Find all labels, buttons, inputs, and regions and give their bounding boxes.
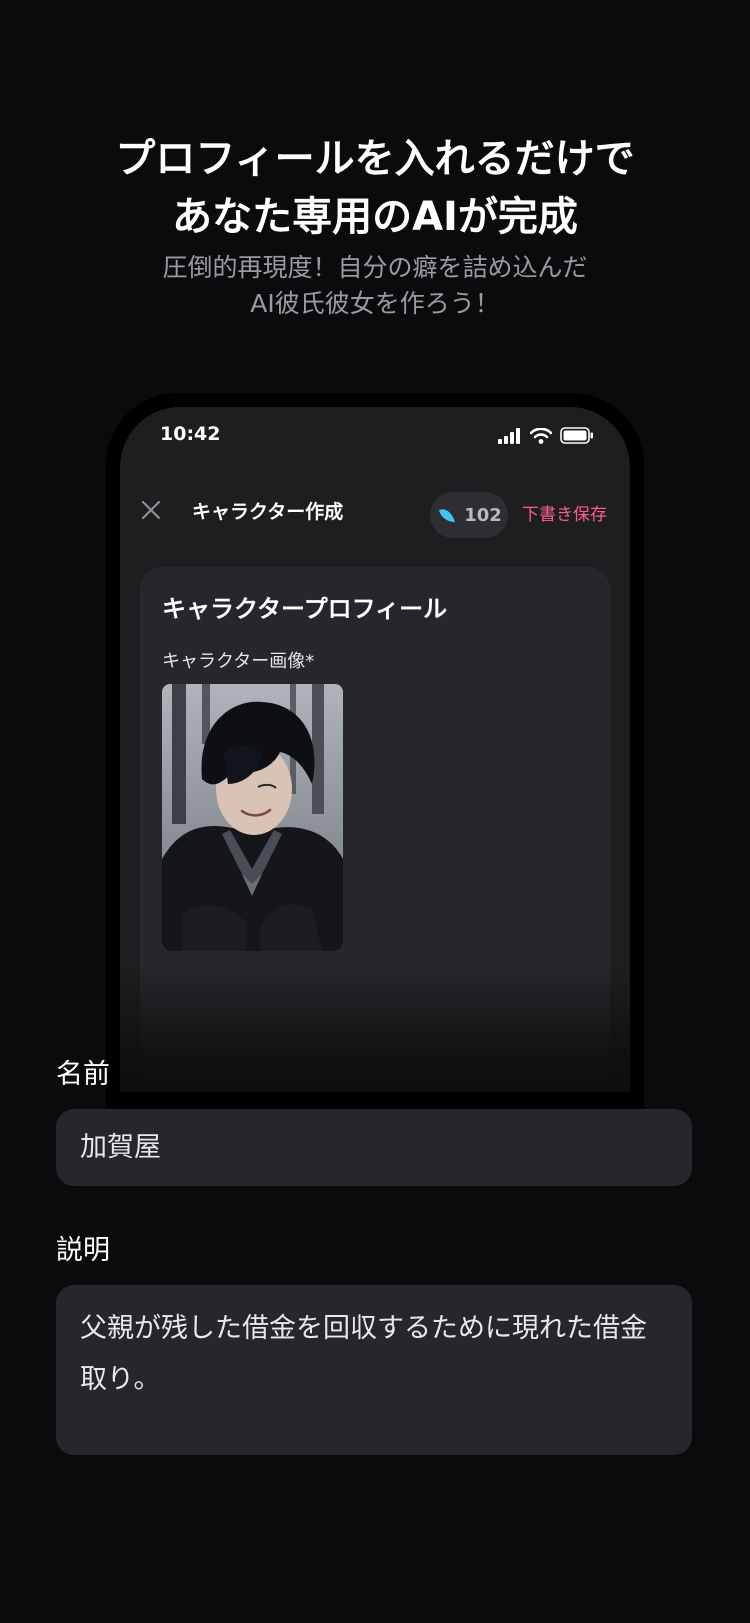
screen-title: キャラクター作成	[192, 501, 344, 523]
battery-icon	[560, 427, 593, 444]
phone-screen: 10:42 キャラクター作成 102 下書き保存 キャラクタープロフィール キャ…	[120, 407, 630, 1092]
save-draft-button[interactable]: 下書き保存	[522, 500, 607, 525]
name-field[interactable]: 加賀屋	[56, 1109, 692, 1186]
description-field[interactable]: 父親が残した借金を回収するために現れた借金取り。	[56, 1285, 692, 1455]
status-icons	[498, 427, 594, 444]
wifi-icon	[530, 427, 552, 444]
subheadline-line-1: 圧倒的再現度！自分の癖を詰め込んだ	[162, 253, 588, 282]
feather-icon	[439, 509, 456, 522]
headline-line-2: あなた専用のAIが完成	[172, 194, 578, 240]
headline-line-1: プロフィールを入れるだけで	[115, 136, 635, 182]
credit-badge[interactable]: 102	[430, 492, 508, 538]
promo-subheadline: 圧倒的再現度！自分の癖を詰め込んだ AI彼氏彼女を作ろう！	[0, 250, 750, 322]
card-title: キャラクタープロフィール	[162, 595, 448, 623]
promo-headline: プロフィールを入れるだけで あなた専用のAIが完成	[0, 130, 750, 246]
screen-fade-overlay	[120, 967, 630, 1092]
name-label: 名前	[56, 1059, 110, 1090]
close-button[interactable]	[138, 497, 164, 523]
character-image-label: キャラクター画像*	[162, 651, 315, 672]
character-portrait	[162, 684, 343, 951]
character-image[interactable]	[162, 684, 343, 951]
close-icon	[141, 500, 161, 520]
subheadline-line-2: AI彼氏彼女を作ろう！	[250, 289, 500, 318]
description-label: 説明	[56, 1235, 110, 1266]
status-time: 10:42	[160, 423, 221, 445]
credit-count: 102	[464, 504, 502, 526]
signal-icon	[498, 427, 520, 444]
